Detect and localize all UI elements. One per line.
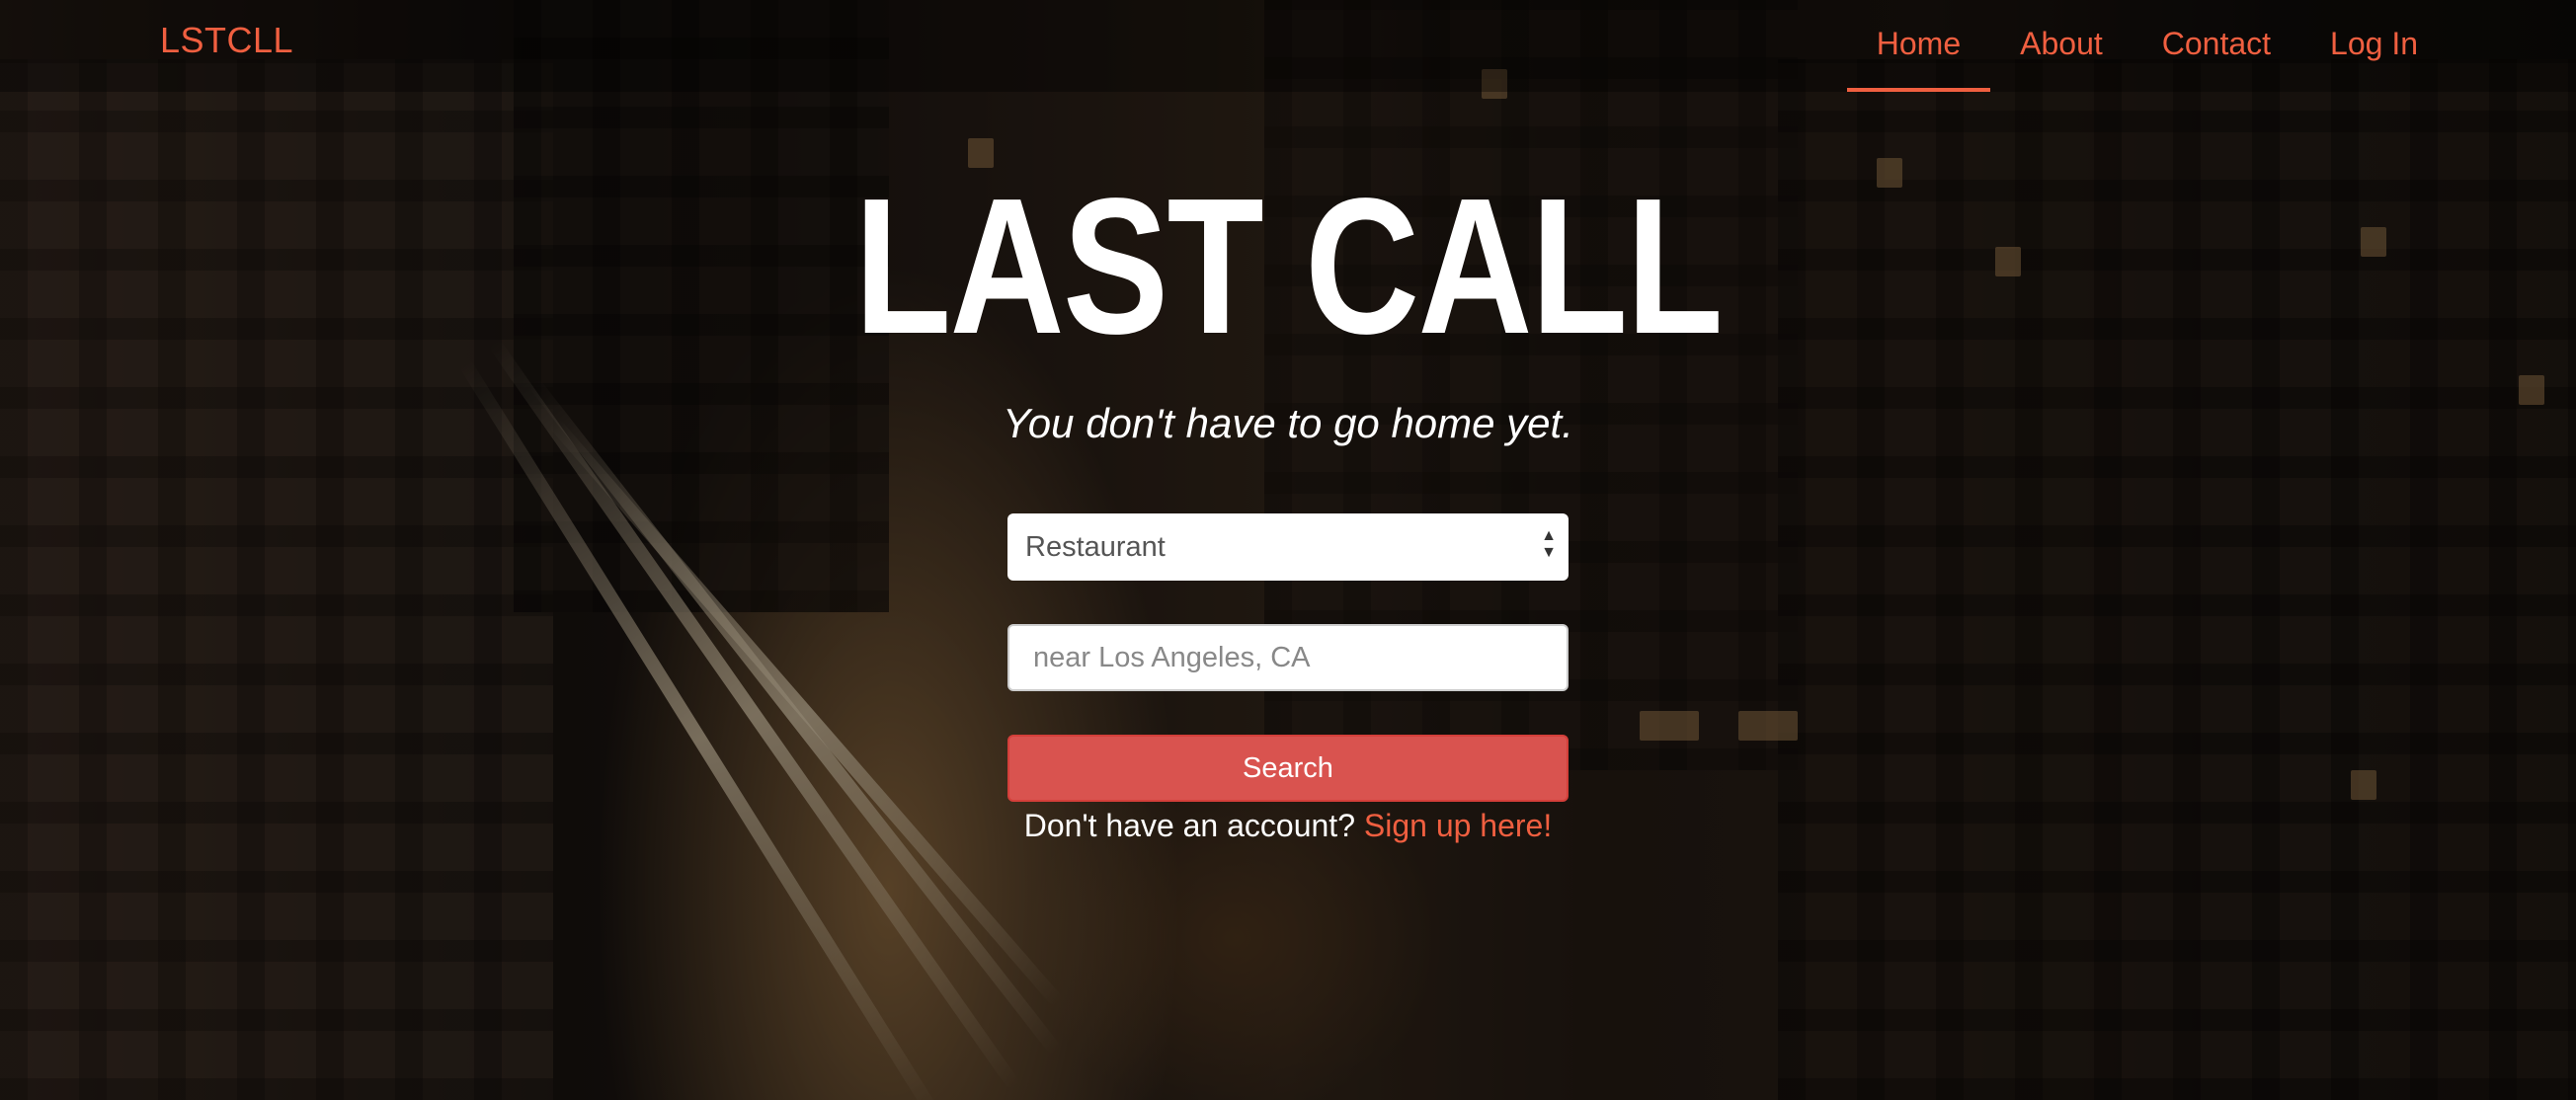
navbar: LSTCLL Home About Contact Log In [0,0,2576,92]
category-select-value: Restaurant [1025,531,1166,563]
category-select[interactable]: Restaurant ▲ ▼ [1007,513,1569,581]
nav-item-home[interactable]: Home [1846,0,1991,92]
location-input[interactable] [1007,624,1569,691]
hero-title: LAST CALL [854,158,1724,374]
brand-logo-link[interactable]: LSTCLL [160,20,293,61]
search-button[interactable]: Search [1007,735,1569,802]
signup-prompt: Don't have an account? [1023,808,1355,843]
select-arrows-icon: ▲ ▼ [1541,527,1557,561]
search-form: Restaurant ▲▼ Search [1007,513,1569,802]
nav-item-about[interactable]: About [1990,0,2133,92]
nav-item-contact[interactable]: Contact [2133,0,2300,92]
hero-tagline: You don't have to go home yet. [1003,400,1573,446]
signup-line: Don't have an account? Sign up here! [0,808,2576,844]
signup-link[interactable]: Sign up here! [1364,808,1552,843]
nav-menu: Home About Contact Log In [1846,0,2448,92]
nav-item-login[interactable]: Log In [2300,0,2448,92]
page: LSTCLL Home About Contact Log In LAST CA… [0,0,2576,1100]
